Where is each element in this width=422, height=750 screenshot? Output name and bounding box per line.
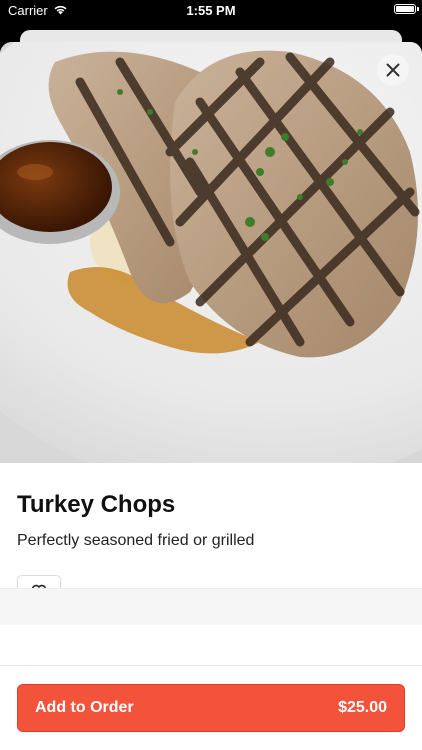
item-photo <box>0 42 422 463</box>
item-title: Turkey Chops <box>17 491 176 518</box>
add-to-order-button[interactable]: Add to Order $25.00 <box>17 684 405 732</box>
close-icon <box>386 63 400 77</box>
section-divider <box>0 588 422 625</box>
status-time: 1:55 PM <box>186 3 236 18</box>
close-button[interactable] <box>377 54 409 86</box>
battery-icon <box>394 4 419 14</box>
add-to-order-label: Add to Order <box>35 699 134 716</box>
item-detail-sheet: Turkey Chops Perfectly seasoned fried or… <box>0 42 422 750</box>
item-price: $25.00 <box>338 699 387 716</box>
item-description: Perfectly seasoned fried or grilled <box>17 532 255 549</box>
bottom-bar: Add to Order $25.00 <box>0 665 422 750</box>
status-bar: Carrier 1:55 PM <box>0 0 422 22</box>
screen: Carrier 1:55 PM Turkey Chops Perfectly s… <box>0 0 422 750</box>
